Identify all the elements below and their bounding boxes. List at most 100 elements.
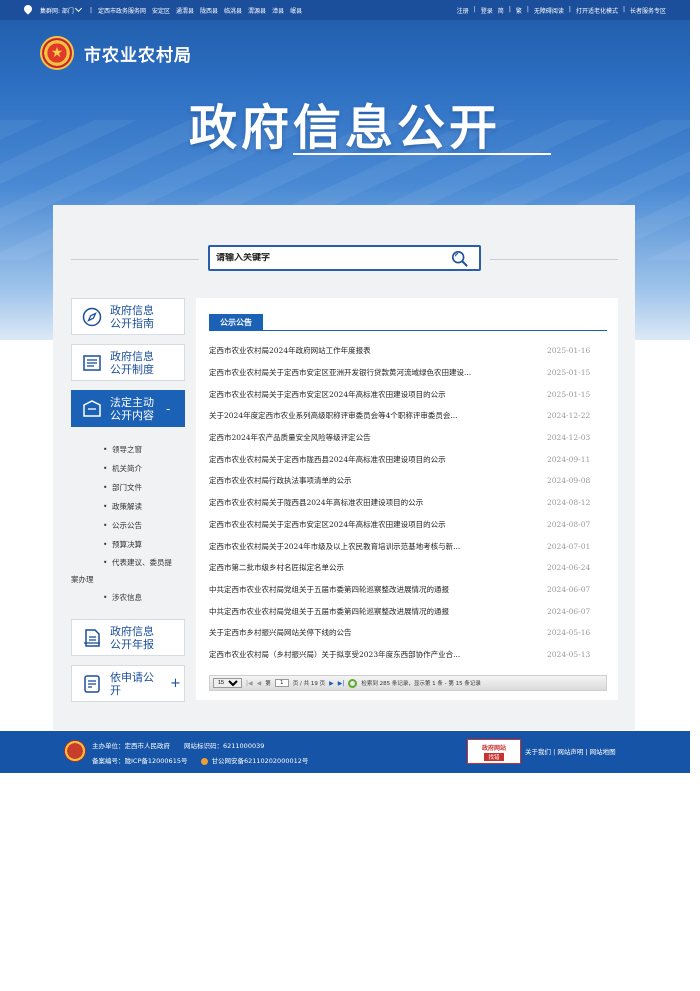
list-item-date: 2024-05-13 (547, 649, 591, 659)
list-item[interactable]: 定西市农业农村局2024年政府网站工作年度报表 2025-01-16 (209, 340, 607, 362)
content-panel: 公示公告 定西市农业农村局2024年政府网站工作年度报表 2025-01-16 定西… (196, 298, 618, 700)
sidebar-item-system[interactable]: 政府信息 公开制度 (71, 344, 185, 381)
list-item[interactable]: 定西市农业农村局关于定西市安定区2024年高标准农田建设项目的公示 2025-01… (209, 383, 607, 405)
collapse-icon[interactable]: - (166, 402, 170, 416)
list-item-title[interactable]: 关于2024年度定西市农业系列高级职称评审委员会等4个职称评审委员会... (209, 410, 509, 421)
sidebar-item-guide[interactable]: 政府信息 公开指南 (71, 298, 185, 335)
icp-link[interactable]: 备案编号：陇ICP备12000615号 (92, 757, 187, 765)
elderly-mode-link[interactable]: 打开适老化模式 (576, 6, 618, 15)
list-item-date: 2024-06-07 (547, 606, 591, 616)
pagination-bar: 15 |◀ ◀ 第 1 页 / 共 19 页 ▶ ▶| 检索到 285 条记录，… (209, 675, 607, 691)
sidebar-item-label: 法定主动 公开内容 (110, 395, 154, 422)
list-item[interactable]: 定西市农业农村局关于2024年市级及以上农民教育培训示范基地考核与新... 202… (209, 535, 607, 557)
list-item[interactable]: 定西市第二批市级乡村名匠拟定名单公示 2024-06-24 (209, 557, 607, 579)
refresh-icon[interactable] (348, 678, 358, 688)
list-item[interactable]: 中共定西市农业农村局党组关于五届市委第四轮巡察整改进展情况的通报 2024-06-… (209, 579, 607, 601)
search-divider-left (71, 259, 199, 260)
location-pin-icon (22, 3, 34, 15)
list-item-title[interactable]: 定西市农业农村局关于2024年市级及以上农民教育培训示范基地考核与新... (209, 541, 509, 552)
submenu-item[interactable]: 政策解读 (71, 497, 185, 516)
list-item-title[interactable]: 中共定西市农业农村局党组关于五届市委第四轮巡察整改进展情况的通报 (209, 584, 509, 595)
list-item[interactable]: 定西市农业农村局关于定西市陇西县2024年高标准农田建设项目的公示 2024-09… (209, 448, 607, 470)
search-bar (208, 245, 481, 271)
page: 集群网: 部门 | 定西市政务服务网 安定区 通渭县 陇西县 临洮县 渭源县 漳… (0, 0, 690, 991)
submenu-item[interactable]: 预算决算 (71, 535, 185, 554)
site-logo[interactable]: ★ 市农业农村局 (40, 36, 192, 70)
simplified-link[interactable]: 简 (498, 6, 504, 15)
list-item-title[interactable]: 定西市农业农村局关于定西市安定区2024年高标准农田建设项目的公示 (209, 519, 509, 530)
list-item-date: 2025-01-16 (547, 346, 591, 356)
sidebar-item-label: 政府信息 公开指南 (110, 303, 154, 330)
list-item-title[interactable]: 定西市农业农村局关于定西市陇西县2024年高标准农田建设项目的公示 (209, 454, 509, 465)
report-icon (84, 628, 100, 647)
list-item-title[interactable]: 定西市农业农村局行政执法事项清单的公示 (209, 475, 509, 486)
prev-page-icon[interactable]: ◀ (257, 680, 262, 687)
police-badge-icon (201, 757, 209, 765)
list-item-date: 2024-07-01 (547, 541, 591, 551)
submenu-item[interactable]: 涉农信息 (71, 588, 185, 607)
list-item-title[interactable]: 中共定西市农业农村局党组关于五届市委第四轮巡察整改进展情况的通报 (209, 606, 509, 617)
search-input[interactable] (216, 253, 446, 263)
top-link-4[interactable]: 临洮县 (224, 6, 242, 15)
apply-icon (84, 674, 100, 693)
submenu-item[interactable]: 领导之窗 (71, 440, 185, 459)
top-link-2[interactable]: 通渭县 (176, 6, 194, 15)
submenu-item[interactable]: 部门文件 (71, 478, 185, 497)
submenu-item[interactable]: 公示公告 (71, 516, 185, 535)
list-item[interactable]: 定西市农业农村局行政执法事项清单的公示 2024-09-08 (209, 470, 607, 492)
sidebar-item-apply[interactable]: 依申请公开 + (71, 665, 185, 702)
list-item-title[interactable]: 定西市农业农村局2024年政府网站工作年度报表 (209, 345, 509, 356)
cluster-selector[interactable]: 集群网: 部门 (40, 4, 84, 15)
record-summary: 检索到 285 条记录，显示第 1 条 - 第 15 条记录 (361, 681, 481, 687)
org-name: 市农业农村局 (84, 45, 192, 66)
list-item[interactable]: 定西市农业农村局（乡村振兴局）关于拟享受2023年度东西部协作产业合... 202… (209, 644, 607, 666)
login-link[interactable]: 登录 (481, 6, 493, 15)
sidebar-item-statutory[interactable]: 法定主动 公开内容 - (71, 390, 185, 427)
list-item[interactable]: 定西市2024年农产品质量安全风险等级评定公告 2024-12-03 (209, 427, 607, 449)
list-item-date: 2024-12-03 (547, 433, 591, 443)
list-item[interactable]: 定西市农业农村局关于定西市安定区2024年高标准农田建设项目的公示 2024-08… (209, 514, 607, 536)
document-list-icon (83, 354, 101, 371)
top-link-5[interactable]: 渭源县 (248, 6, 266, 15)
register-link[interactable]: 注册 (457, 6, 469, 15)
tab-header: 公示公告 (209, 314, 607, 331)
police-link[interactable]: 甘公网安备62110202000012号 (211, 757, 308, 765)
elderly-service-link[interactable]: 长者服务专区 (630, 6, 666, 15)
top-link-1[interactable]: 安定区 (152, 6, 170, 15)
list-item[interactable]: 定西市农业农村局关于陇西县2024年高标准农田建设项目的公示 2024-08-12 (209, 492, 607, 514)
list-item[interactable]: 关于2024年度定西市农业系列高级职称评审委员会等4个职称评审委员会... 202… (209, 405, 607, 427)
top-link-0[interactable]: 定西市政务服务网 (98, 6, 146, 15)
page-title: 政府信息公开 (188, 100, 501, 156)
list-item-title[interactable]: 定西市第二批市级乡村名匠拟定名单公示 (209, 562, 509, 573)
sidebar-item-label: 依申请公开 (110, 670, 154, 697)
tab-announcements[interactable]: 公示公告 (209, 314, 263, 331)
top-link-6[interactable]: 漳县 (272, 6, 284, 15)
top-link-7[interactable]: 岷县 (290, 6, 302, 15)
list-item[interactable]: 定西市农业农村局关于定西市安定区亚洲开发银行贷款黄河流域绿色农田建设... 202… (209, 362, 607, 384)
page-size-select[interactable]: 15 (213, 678, 242, 688)
first-page-icon[interactable]: |◀ (246, 680, 253, 687)
list-item-title[interactable]: 定西市农业农村局关于定西市安定区亚洲开发银行贷款黄河流域绿色农田建设... (209, 367, 509, 378)
search-icon[interactable] (451, 250, 469, 268)
top-link-3[interactable]: 陇西县 (200, 6, 218, 15)
footer-links[interactable]: 关于我们 | 网站声明 | 网站地图 (525, 746, 616, 756)
expand-icon[interactable]: + (170, 676, 181, 691)
submenu-item[interactable]: 机关简介 (71, 459, 185, 478)
accessibility-link[interactable]: 无障碍阅读 (534, 6, 564, 15)
list-item-date: 2024-05-16 (547, 628, 591, 638)
list-item-title[interactable]: 定西市2024年农产品质量安全风险等级评定公告 (209, 432, 509, 443)
list-item-title[interactable]: 定西市农业农村局关于定西市安定区2024年高标准农田建设项目的公示 (209, 389, 509, 400)
sidebar-item-annual-report[interactable]: 政府信息 公开年报 (71, 619, 185, 656)
last-page-icon[interactable]: ▶| (338, 680, 345, 687)
traditional-link[interactable]: 繁 (516, 6, 522, 15)
list-item-title[interactable]: 定西市农业农村局（乡村振兴局）关于拟享受2023年度东西部协作产业合... (209, 649, 509, 660)
list-item-title[interactable]: 定西市农业农村局关于陇西县2024年高标准农田建设项目的公示 (209, 497, 509, 508)
list-item-title[interactable]: 关于定西市乡村振兴局网站关停下线的公告 (209, 627, 509, 638)
divider: | (89, 6, 92, 14)
submenu-item[interactable]: 代表建议、委员提 案办理 (71, 554, 185, 588)
next-page-icon[interactable]: ▶ (329, 680, 334, 687)
site-error-report-badge[interactable]: 政府网站 找错 (467, 739, 521, 764)
page-input[interactable]: 1 (274, 679, 289, 687)
list-item[interactable]: 中共定西市农业农村局党组关于五届市委第四轮巡察整改进展情况的通报 2024-06-… (209, 600, 607, 622)
list-item[interactable]: 关于定西市乡村振兴局网站关停下线的公告 2024-05-16 (209, 622, 607, 644)
